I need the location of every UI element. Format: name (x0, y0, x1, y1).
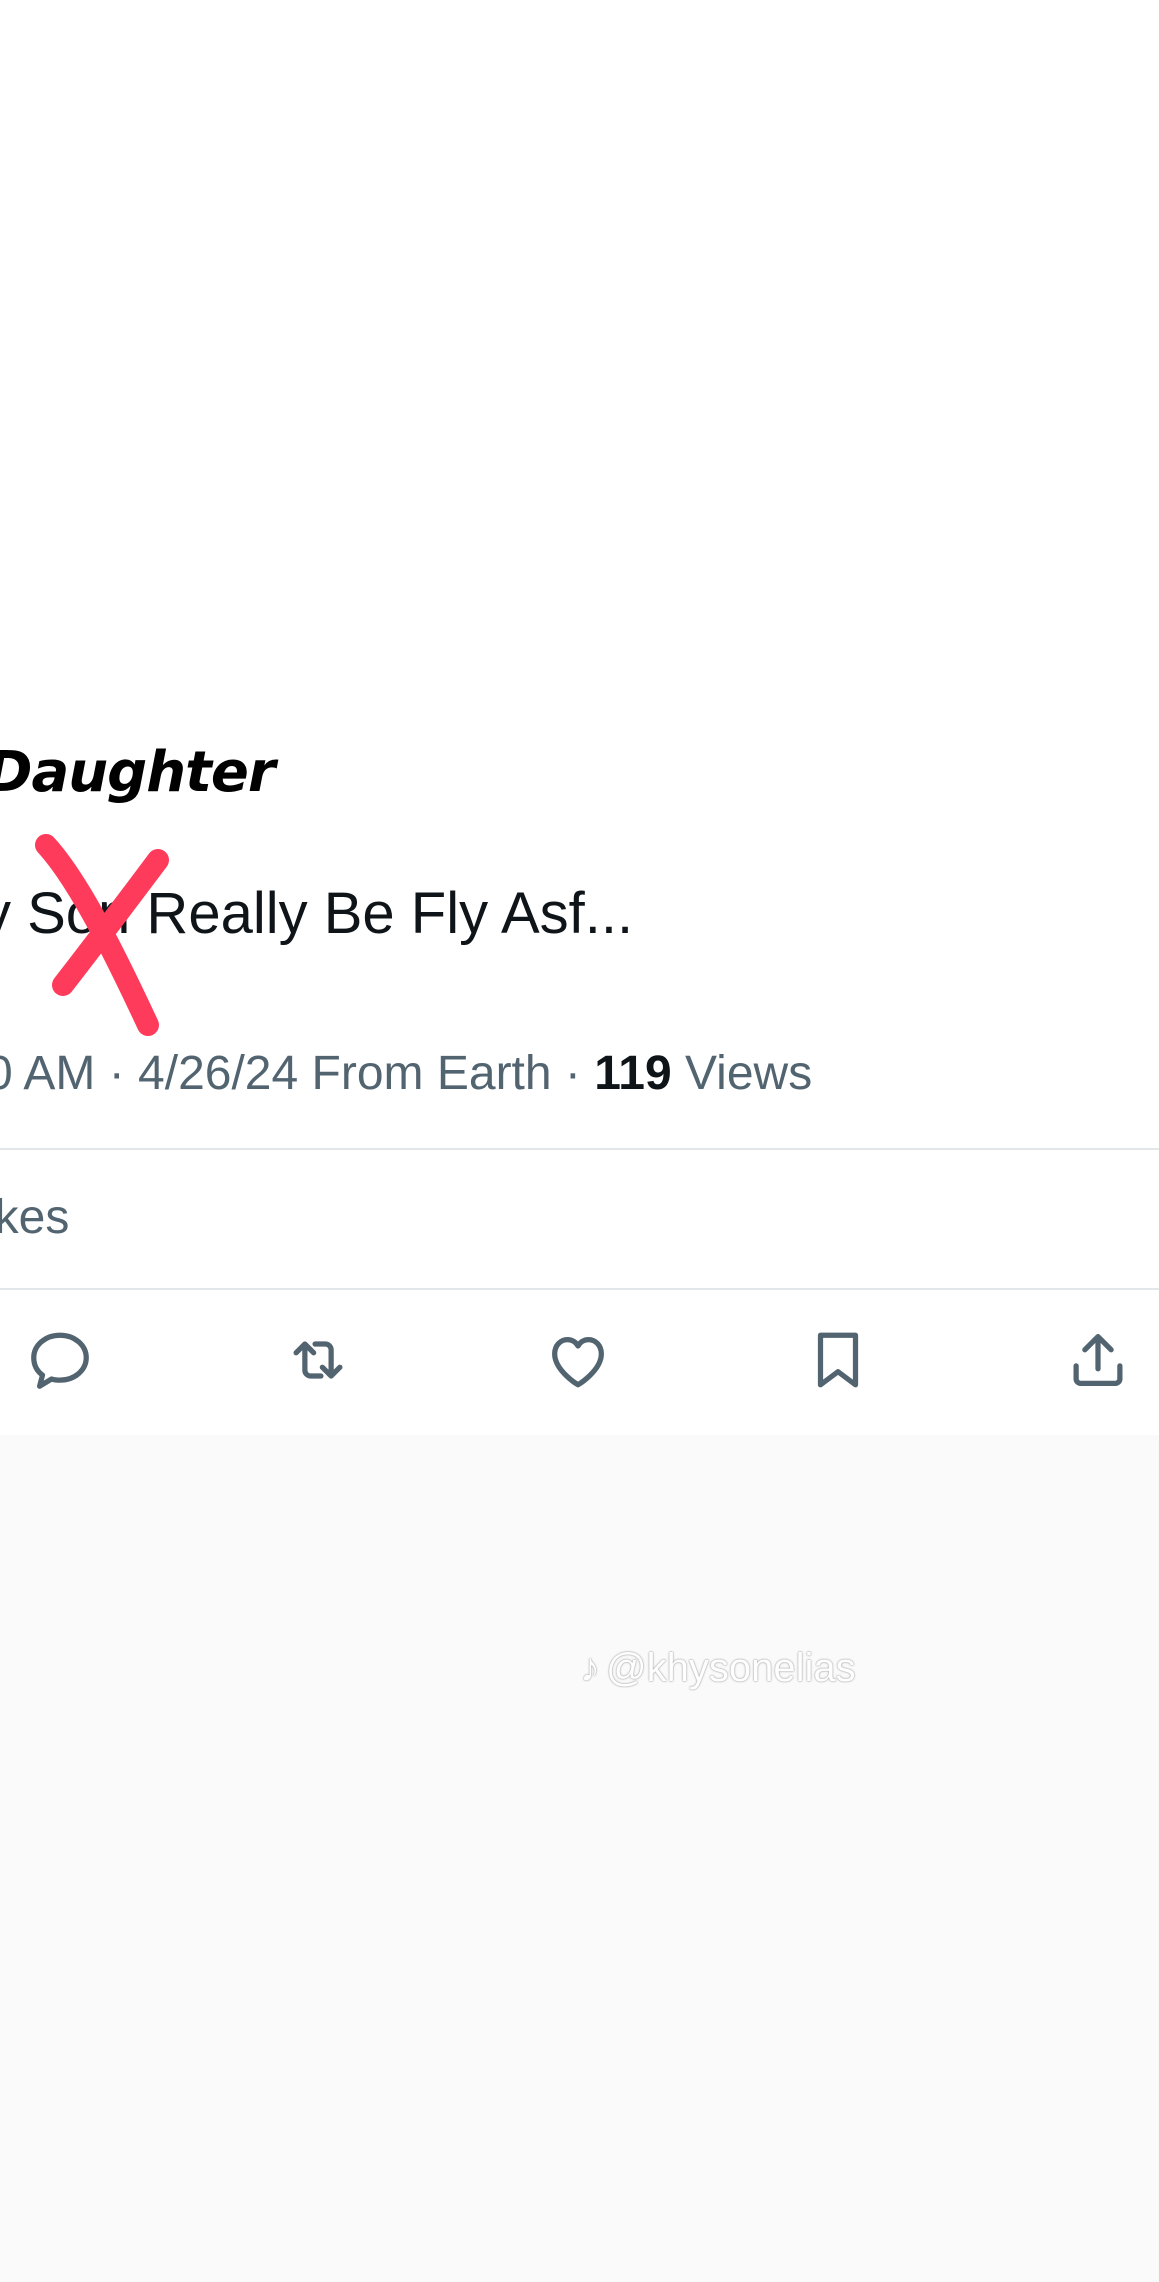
like-button[interactable] (538, 1320, 618, 1400)
share-icon (1073, 1334, 1123, 1386)
views-count[interactable]: 119 (594, 1047, 671, 1100)
watermark-handle: @khysonelias (606, 1646, 856, 1690)
views-label: Views (671, 1047, 813, 1100)
heart-icon (552, 1336, 604, 1388)
lower-background (0, 1435, 1159, 2282)
tiktok-icon: ♪ (580, 1646, 600, 1690)
tweet-date[interactable]: 4/26/24 (138, 1047, 298, 1100)
reply-button[interactable] (20, 1320, 100, 1400)
meta-separator: · (95, 1047, 139, 1100)
divider (0, 1148, 1159, 1150)
action-bar (0, 1320, 1159, 1400)
retweet-icon (293, 1341, 343, 1379)
tweet-source: From Earth (298, 1047, 552, 1100)
divider (0, 1288, 1159, 1290)
tweet-time[interactable]: 0 AM (0, 1047, 95, 1100)
retweet-button[interactable] (278, 1320, 358, 1400)
share-button[interactable] (1058, 1320, 1138, 1400)
bookmark-button[interactable] (798, 1320, 878, 1400)
reply-icon (31, 1332, 89, 1389)
likes-link[interactable]: ikes (0, 1190, 69, 1245)
tiktok-watermark: ♪ @khysonelias (580, 1646, 856, 1691)
meta-separator: · (551, 1047, 595, 1100)
tweet-meta: 0 AM · 4/26/24 From Earth · 119 Views (0, 1046, 812, 1101)
tweet-text: y Son Really Be Fly Asf... (0, 881, 634, 946)
overlay-title: Daughter (0, 740, 275, 805)
bookmark-icon (817, 1332, 859, 1388)
